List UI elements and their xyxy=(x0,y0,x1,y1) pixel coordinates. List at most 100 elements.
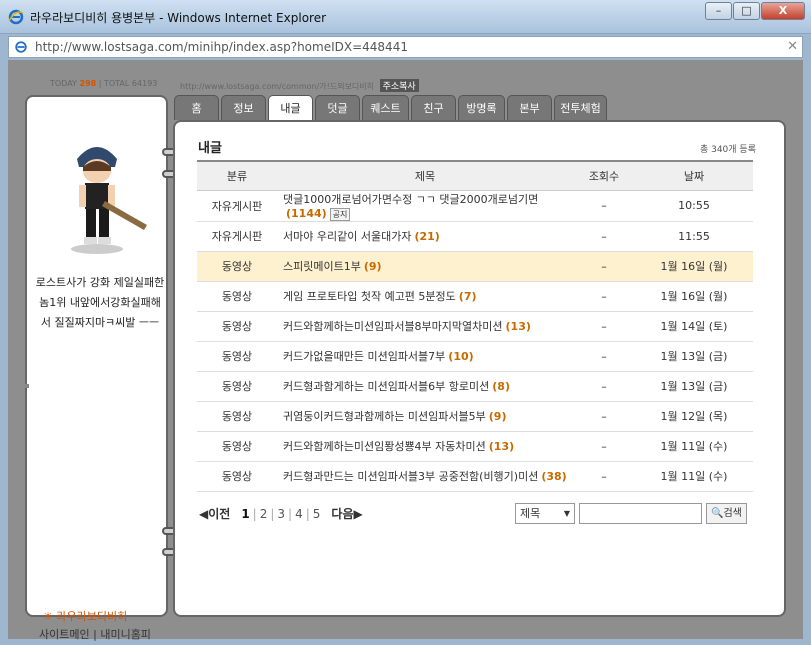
row-views: – xyxy=(573,281,635,312)
tab-guestbook[interactable]: 방명록 xyxy=(458,95,505,120)
row-views: – xyxy=(573,401,635,432)
post-title-link[interactable]: 커드와함께하는미션임퐝성뿅4부 자동차미션 xyxy=(283,440,486,453)
col-title: 제목 xyxy=(277,160,573,191)
comment-count: (13) xyxy=(488,440,515,453)
post-table: 분류 제목 조회수 날짜 자유게시판 댓글1000개로넘어가면수정 ㄱㄱ 댓글20… xyxy=(197,160,753,492)
row-category: 자유게시판 xyxy=(197,190,277,222)
profile-panel: 로스트사가 강화 제일실패한놈1위 내앞에서강화실패해서 질질짜지마ㅋ씨발 ㅡㅡ… xyxy=(25,95,168,641)
home-url: http://www.lostsaga.com/common/가!드외보디비히 xyxy=(180,82,375,91)
window-titlebar: 라우라보디비히 용병본부 - Windows Internet Explorer… xyxy=(0,0,811,34)
prev-page-button[interactable]: ◀이전 xyxy=(199,505,230,522)
minihome-page: TODAY 298 | TOTAL 64193 http://www.losts… xyxy=(8,60,803,641)
tab-info[interactable]: 정보 xyxy=(221,95,266,120)
post-title-link[interactable]: 스피릿메이트1부 xyxy=(283,260,361,273)
window-title: 라우라보디비히 용병본부 - Windows Internet Explorer xyxy=(30,11,327,25)
row-date: 1월 11일 (수) xyxy=(635,431,753,462)
row-views: – xyxy=(573,311,635,342)
post-title-link[interactable]: 커드형과만드는 미션임파서블3부 공중전함(비행기)미션 xyxy=(283,470,538,483)
post-title-link[interactable]: 커드가없을때만든 미션임파서블7부 xyxy=(283,350,445,363)
address-bar[interactable]: http://www.lostsaga.com/minihp/index.asp… xyxy=(8,36,803,58)
page-numbers: 1 | 2 | 3 | 4 | 5 xyxy=(238,507,323,521)
row-title-cell: 서마야 우리같이 서울대가자 (21) xyxy=(277,221,573,252)
ie-logo-icon xyxy=(8,9,24,25)
row-title-cell: 스피릿메이트1부 (9) xyxy=(277,251,573,282)
tab-my-posts[interactable]: 내글 xyxy=(268,95,313,122)
link-separator: | xyxy=(93,628,97,641)
row-category: 동영상 xyxy=(197,461,277,492)
comment-count: (10) xyxy=(448,350,474,363)
tab-comments[interactable]: 덧글 xyxy=(315,95,360,120)
post-title-link[interactable]: 서마야 우리같이 서울대가자 xyxy=(283,230,411,243)
tab-quest[interactable]: 퀘스트 xyxy=(362,95,409,120)
page-separator: | xyxy=(288,506,293,521)
tab-friends[interactable]: 친구 xyxy=(411,95,456,120)
post-title-link[interactable]: 커드와함께하는미션임파서블8부마지막열차미션 xyxy=(283,320,503,333)
table-row[interactable]: 동영상 귀염둥이커드형과함께하는 미션임파서블5부 (9) –1월 12일 (목) xyxy=(197,401,753,432)
page-link[interactable]: 2 xyxy=(260,507,268,521)
comment-count: (7) xyxy=(458,290,477,303)
post-count: 총 340개 등록 xyxy=(699,145,756,155)
visit-stats: TODAY 298 | TOTAL 64193 xyxy=(50,79,158,88)
row-title-cell: 커드형과만드는 미션임파서블3부 공중전함(비행기)미션 (38) xyxy=(277,461,573,492)
table-row[interactable]: 자유게시판 댓글1000개로넘어가면수정 ㄱㄱ 댓글2000개로넘기면(1144)… xyxy=(197,190,753,222)
table-row[interactable]: 동영상 커드와함께하는미션임퐝성뿅4부 자동차미션 (13) –1월 11일 (수) xyxy=(197,431,753,462)
close-button[interactable]: X xyxy=(761,2,805,20)
post-title-link[interactable]: 커드형과함게하는 미션임파서블6부 항로미션 xyxy=(283,380,489,393)
comment-count: (38) xyxy=(541,470,567,483)
table-row[interactable]: 동영상 스피릿메이트1부 (9) –1월 16일 (월) xyxy=(197,251,753,282)
post-title-link[interactable]: 게임 프로토타입 첫작 예고편 5분정도 xyxy=(283,290,456,303)
post-title-link[interactable]: 댓글1000개로넘어가면수정 ㄱㄱ 댓글2000개로넘기면 xyxy=(283,193,538,206)
row-title-cell: 커드형과함게하는 미션임파서블6부 항로미션 (8) xyxy=(277,371,573,402)
notice-button[interactable]: 공지 xyxy=(329,207,351,221)
tab-battle-trial[interactable]: 전투체험 xyxy=(554,95,607,120)
my-minihome-link[interactable]: 내미니홈피 xyxy=(100,628,151,641)
row-date: 1월 16일 (월) xyxy=(635,281,753,312)
page-link[interactable]: 4 xyxy=(295,507,303,521)
tab-bar: 홈 정보 내글 덧글 퀘스트 친구 방명록 본부 전투체험 xyxy=(174,95,609,122)
table-row[interactable]: 동영상 게임 프로토타입 첫작 예고편 5분정도 (7) –1월 16일 (월) xyxy=(197,281,753,312)
table-row[interactable]: 자유게시판 서마야 우리같이 서울대가자 (21) –11:55 xyxy=(197,221,753,252)
search-input[interactable] xyxy=(579,503,702,524)
col-date: 날짜 xyxy=(635,160,753,191)
row-date: 1월 12일 (목) xyxy=(635,401,753,432)
page-separator: | xyxy=(305,506,310,521)
row-views: – xyxy=(573,190,635,222)
security-icon: ✕ xyxy=(787,39,798,54)
page-link[interactable]: 1 xyxy=(241,507,249,521)
page-link[interactable]: 5 xyxy=(313,507,321,521)
address-url[interactable]: http://www.lostsaga.com/minihp/index.asp… xyxy=(35,40,408,54)
pagination: ◀이전 1 | 2 | 3 | 4 | 5 다음▶ xyxy=(199,505,363,522)
table-row[interactable]: 동영상 커드와함께하는미션임파서블8부마지막열차미션 (13) –1월 14일 (토) xyxy=(197,311,753,342)
page-separator: | xyxy=(270,506,275,521)
total-count: 64193 xyxy=(131,79,158,88)
comment-count: (8) xyxy=(492,380,510,393)
maximize-button[interactable]: □ xyxy=(733,2,760,20)
row-date: 1월 16일 (월) xyxy=(635,251,753,282)
profile-nickname[interactable]: ☀ 라우라보디비히 xyxy=(43,608,127,624)
row-views: – xyxy=(573,221,635,252)
next-page-button[interactable]: 다음▶ xyxy=(331,505,362,522)
row-category: 자유게시판 xyxy=(197,221,277,252)
tab-home[interactable]: 홈 xyxy=(174,95,219,120)
row-category: 동영상 xyxy=(197,311,277,342)
row-title-cell: 귀염둥이커드형과함께하는 미션임파서블5부 (9) xyxy=(277,401,573,432)
copy-address-button[interactable]: 주소복사 xyxy=(379,79,419,92)
dropdown-arrow-icon: ▼ xyxy=(563,509,570,518)
site-main-link[interactable]: 사이트메인 xyxy=(39,628,90,641)
table-row[interactable]: 동영상 커드가없을때만든 미션임파서블7부 (10) –1월 13일 (금) xyxy=(197,341,753,372)
minimize-button[interactable]: – xyxy=(705,2,732,20)
table-row[interactable]: 동영상 커드형과함게하는 미션임파서블6부 항로미션 (8) –1월 13일 (금) xyxy=(197,371,753,402)
post-title-link[interactable]: 귀염둥이커드형과함께하는 미션임파서블5부 xyxy=(283,410,486,423)
row-views: – xyxy=(573,461,635,492)
search-field-select[interactable]: 제목 ▼ xyxy=(515,503,575,524)
search-button[interactable]: 🔍검색 xyxy=(706,503,747,524)
board-title: 내글 xyxy=(198,141,222,156)
page-link[interactable]: 3 xyxy=(277,507,285,521)
col-category: 분류 xyxy=(197,160,277,191)
row-title-cell: 커드가없을때만든 미션임파서블7부 (10) xyxy=(277,341,573,372)
table-row[interactable]: 동영상 커드형과만드는 미션임파서블3부 공중전함(비행기)미션 (38) –1월 1… xyxy=(197,461,753,492)
today-count: 298 xyxy=(79,79,97,88)
row-title-cell: 커드와함께하는미션임퐝성뿅4부 자동차미션 (13) xyxy=(277,431,573,462)
row-category: 동영상 xyxy=(197,341,277,372)
tab-headquarters[interactable]: 본부 xyxy=(507,95,552,120)
